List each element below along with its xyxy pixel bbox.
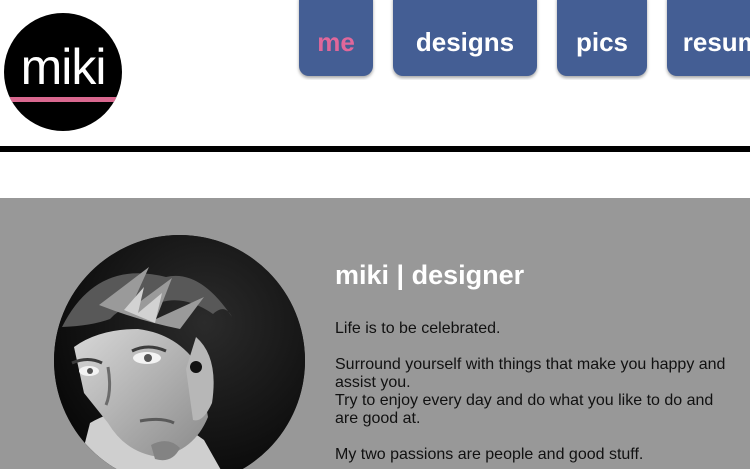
- nav-tab-me[interactable]: me: [299, 0, 373, 76]
- profile-photo: [54, 235, 305, 469]
- profile-section: miki | designer Life is to be celebrated…: [0, 198, 750, 469]
- page-title: miki | designer: [335, 260, 525, 290]
- bio-line-4: My two passions are people and good stuf…: [335, 446, 644, 463]
- logo-underline: [10, 97, 116, 102]
- nav-tab-designs[interactable]: designs: [393, 0, 537, 76]
- bio-line-1: Life is to be celebrated.: [335, 320, 501, 337]
- portrait-illustration: [54, 235, 305, 469]
- profile-content: miki | designer Life is to be celebrated…: [335, 258, 740, 464]
- bio-line-2: Surround yourself with things that make …: [335, 356, 726, 391]
- nav-tab-resume[interactable]: resume: [667, 0, 750, 76]
- main-nav: me designs pics resume: [0, 0, 750, 80]
- nav-tab-pics[interactable]: pics: [557, 0, 647, 76]
- header-divider: [0, 146, 750, 152]
- site-header: miki me designs pics resume: [0, 0, 750, 152]
- bio-line-3: Try to enjoy every day and do what you l…: [335, 392, 714, 427]
